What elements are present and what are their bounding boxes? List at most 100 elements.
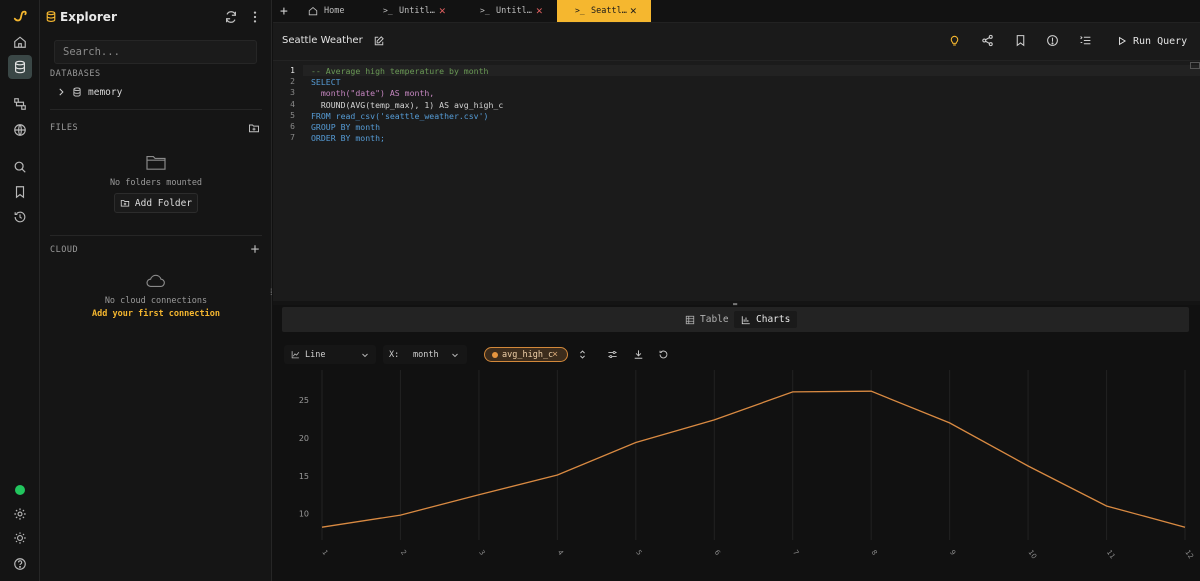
close-tab-icon[interactable]: ✕ xyxy=(536,4,543,17)
new-tab-plus-icon[interactable]: + xyxy=(280,4,292,19)
code-line: -- Average high temperature by month xyxy=(311,66,488,76)
explorer-search-input[interactable]: Search... xyxy=(54,40,257,64)
line-number: 3 xyxy=(290,88,295,97)
code-from-clause: FROM read_csv('seattle_weather.csv') xyxy=(311,111,489,121)
download-icon[interactable] xyxy=(633,349,644,360)
x-axis-select[interactable]: X: month xyxy=(383,345,467,364)
mount-folder-icon[interactable] xyxy=(248,122,260,134)
charts-view-button[interactable]: Charts xyxy=(734,311,798,328)
section-divider xyxy=(50,109,262,110)
activity-rail xyxy=(0,0,40,581)
x-axis-label: X: xyxy=(389,349,400,360)
series-line-avg-high-c xyxy=(321,390,1186,528)
y-tick-label: 10 xyxy=(299,510,309,519)
y-tick-label: 25 xyxy=(299,396,309,405)
editor-minimap-scrollbar[interactable] xyxy=(1190,62,1200,69)
line-number-gutter: 1 2 3 4 5 6 7 xyxy=(273,61,303,301)
explain-icon[interactable] xyxy=(1046,34,1059,47)
explorer-panel: Explorer Search... DATABASES memory FILE… xyxy=(40,0,272,581)
home-icon[interactable] xyxy=(8,30,32,54)
query-title[interactable]: Seattle Weather xyxy=(282,35,363,46)
section-divider xyxy=(50,235,262,236)
tab-bar: + Home >_ Untitl… ✕ >_ Untitl… ✕ >_ Seat… xyxy=(273,0,1200,23)
bookmark-icon[interactable] xyxy=(1014,34,1027,47)
close-tab-icon[interactable]: ✕ xyxy=(439,4,446,17)
add-folder-label: Add Folder xyxy=(134,197,193,209)
add-folder-button[interactable]: Add Folder xyxy=(114,193,198,213)
refresh-icon[interactable] xyxy=(224,10,238,24)
app-logo-icon[interactable] xyxy=(8,4,32,28)
bookmark-icon[interactable] xyxy=(8,180,32,204)
chart-settings-sliders-icon[interactable] xyxy=(607,349,618,360)
series-color-dot xyxy=(492,352,498,358)
add-connection-link[interactable]: Add your first connection xyxy=(40,309,272,319)
chart-type-select[interactable]: Line xyxy=(284,345,376,364)
tab-home[interactable]: Home xyxy=(307,0,381,22)
code-line: SELECT xyxy=(311,77,341,87)
series-chip-avg-high-c[interactable]: avg_high_c × xyxy=(484,347,568,362)
line-number: 5 xyxy=(290,111,295,120)
edit-title-icon[interactable] xyxy=(373,35,385,47)
tab-untitled-1[interactable]: >_ Untitl… ✕ xyxy=(381,0,473,22)
x-tick-label: 2 xyxy=(399,549,408,557)
query-header: Seattle Weather Run Query xyxy=(273,23,1200,61)
theme-sun-icon[interactable] xyxy=(8,526,32,550)
close-tab-icon[interactable]: ✕ xyxy=(630,4,637,17)
settings-gear-icon[interactable] xyxy=(8,502,32,526)
files-empty-text: No folders mounted xyxy=(109,178,203,188)
x-tick-label: 8 xyxy=(870,549,879,557)
code-line: ORDER BY month; xyxy=(311,133,385,143)
sql-editor[interactable]: 1 2 3 4 5 6 7 -- Average high temperatur… xyxy=(273,61,1200,301)
database-icon[interactable] xyxy=(8,55,32,79)
reset-rotate-icon[interactable] xyxy=(658,349,669,360)
share-icon[interactable] xyxy=(981,34,994,47)
x-tick-label: 3 xyxy=(477,549,486,557)
code-group-by: GROUP BY month xyxy=(311,122,381,132)
cloud-icon xyxy=(146,274,165,287)
add-cloud-plus-icon[interactable] xyxy=(249,243,261,255)
schema-icon[interactable] xyxy=(8,92,32,116)
more-vertical-icon[interactable] xyxy=(248,10,262,24)
history-icon[interactable] xyxy=(8,205,32,229)
globe-icon[interactable] xyxy=(8,118,32,142)
format-list-icon[interactable] xyxy=(1079,34,1092,47)
terminal-icon: >_ xyxy=(383,6,393,15)
files-section-label: FILES xyxy=(50,123,79,133)
code-keyword: SELECT xyxy=(311,77,341,87)
lightbulb-icon[interactable] xyxy=(948,34,961,47)
x-axis-value: month xyxy=(413,349,439,360)
remove-series-icon[interactable]: × xyxy=(552,349,558,360)
editor-results-splitter[interactable]: ▬ xyxy=(273,300,1200,308)
code-order-by: ORDER BY month; xyxy=(311,133,385,143)
series-sort-chevrons-icon[interactable] xyxy=(577,349,588,360)
tab-label: Untitl… xyxy=(399,6,435,16)
terminal-icon: >_ xyxy=(480,6,490,15)
tab-seattle-weather[interactable]: >_ Seattl… ✕ xyxy=(557,0,651,22)
x-tick-label: 5 xyxy=(634,549,643,557)
x-tick-label: 10 xyxy=(1026,549,1038,561)
empty-folder-icon xyxy=(146,156,166,170)
search-icon[interactable] xyxy=(8,155,32,179)
bar-chart-icon xyxy=(741,315,750,324)
table-icon xyxy=(685,315,695,324)
help-icon[interactable] xyxy=(8,552,32,576)
charts-view-label: Charts xyxy=(756,314,791,325)
chevron-right-icon[interactable] xyxy=(56,87,66,97)
chart-toolbar: Line X: month avg_high_c × xyxy=(273,340,1200,370)
line-number: 2 xyxy=(290,77,295,86)
line-number: 6 xyxy=(290,122,295,131)
play-icon xyxy=(1119,36,1127,46)
x-tick-label: 4 xyxy=(556,549,565,558)
connection-status-indicator xyxy=(15,485,25,495)
home-tab-icon xyxy=(308,6,318,16)
run-query-button[interactable]: Run Query xyxy=(1117,34,1187,48)
results-view-toggle: Table Charts xyxy=(282,307,1189,332)
table-view-button[interactable]: Table xyxy=(678,311,736,328)
explorer-header: Explorer xyxy=(40,0,272,34)
x-tick-label: 11 xyxy=(1105,549,1117,561)
code-expression: ROUND(AVG(temp_max), 1) AS avg_high_c xyxy=(311,100,504,110)
line-chart-icon xyxy=(291,351,300,359)
database-item-memory[interactable]: memory xyxy=(56,85,122,99)
y-tick-label: 15 xyxy=(299,472,309,481)
x-tick-label: 12 xyxy=(1183,549,1195,561)
